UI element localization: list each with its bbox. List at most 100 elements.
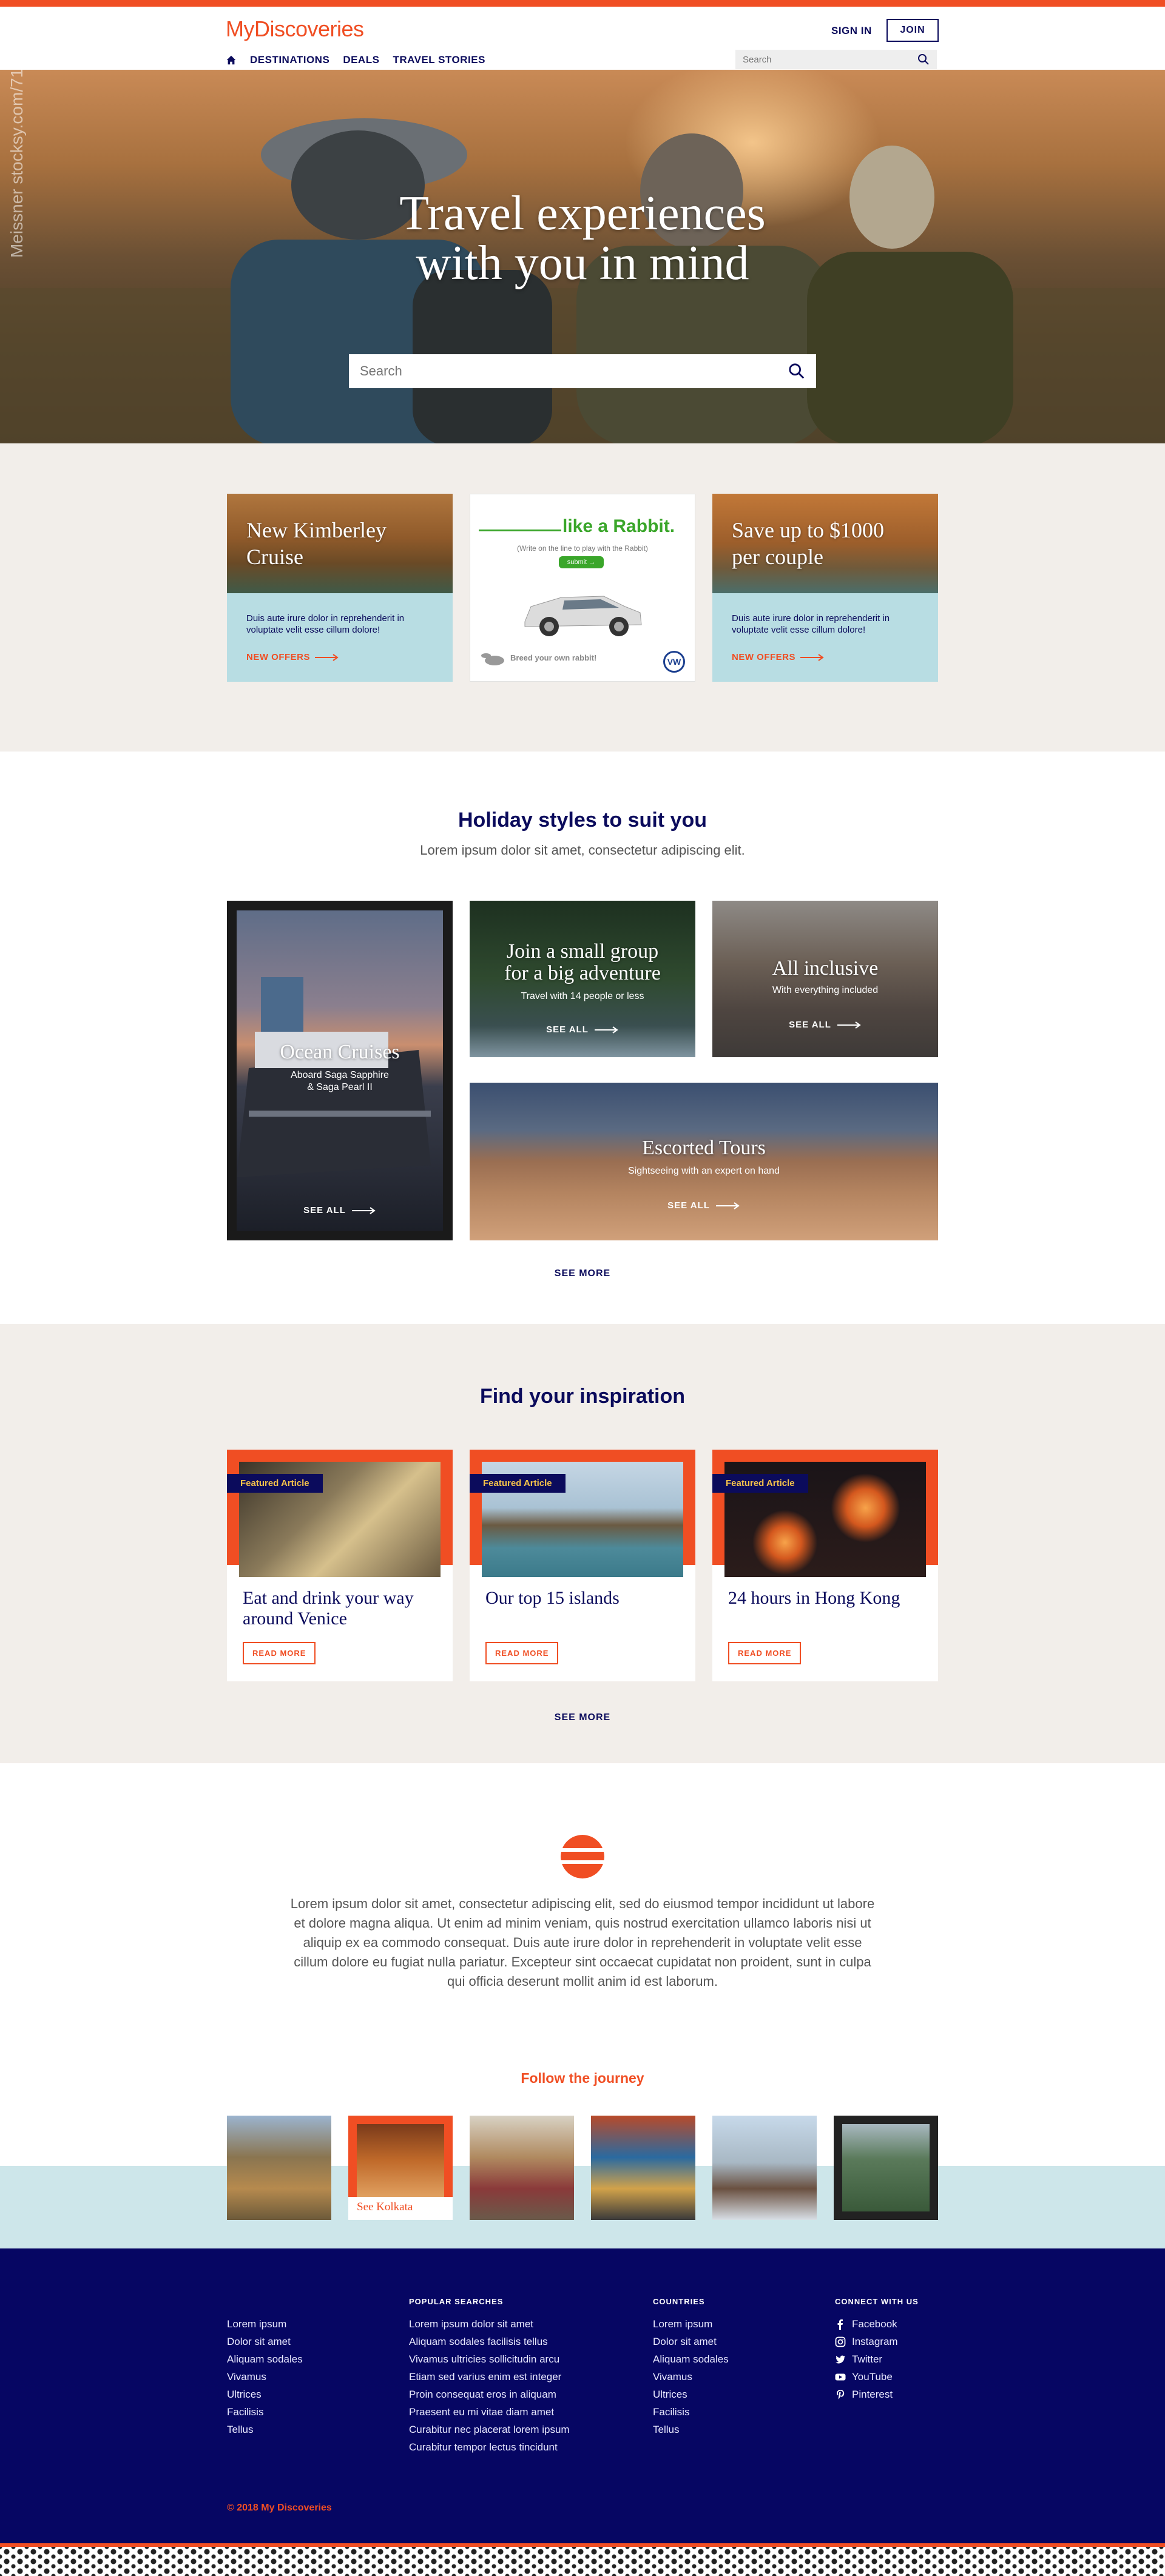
- promo-title: Save up to $1000 per couple: [732, 518, 884, 569]
- arrow-right-icon: [315, 653, 339, 661]
- featured-badge: Featured Article: [712, 1474, 808, 1493]
- hero-title: Travel experiences with you in mind: [0, 189, 1165, 288]
- footer-link[interactable]: Lorem ipsum: [227, 2315, 303, 2333]
- gallery-thumb[interactable]: [227, 2116, 331, 2220]
- tile-title: Escorted Tours: [642, 1137, 766, 1159]
- footer-link[interactable]: Lorem ipsum dolor sit amet: [409, 2315, 570, 2333]
- new-offers-link[interactable]: NEW OFFERS: [732, 652, 825, 662]
- tile-ocean-cruises[interactable]: Ocean Cruises Aboard Saga Sapphire & Saga…: [227, 901, 453, 1240]
- arrow-right-icon: [594, 1026, 618, 1034]
- search-icon[interactable]: [917, 53, 930, 66]
- hero-search-input[interactable]: [360, 363, 788, 379]
- header-search: [735, 50, 937, 69]
- footer-link[interactable]: Curabitur nec placerat lorem ipsum: [409, 2421, 570, 2438]
- gallery-band: [0, 2166, 1165, 2251]
- read-more-button[interactable]: READ MORE: [485, 1642, 559, 1664]
- footer-link[interactable]: Dolor sit amet: [653, 2333, 729, 2350]
- search-icon[interactable]: [788, 363, 805, 380]
- promo-image: Save up to $1000 per couple: [712, 494, 938, 593]
- arrow-right-icon: [800, 653, 824, 661]
- footer-link[interactable]: Aliquam sodales facilisis tellus: [409, 2333, 570, 2350]
- article-title[interactable]: 24 hours in Hong Kong: [728, 1588, 928, 1609]
- tile-subtitle: With everything included: [772, 985, 879, 995]
- pinterest-link[interactable]: Pinterest: [835, 2386, 919, 2403]
- sign-in-link[interactable]: SIGN IN: [831, 25, 872, 37]
- promo-text: Duis aute irure dolor in reprehenderit i…: [246, 613, 405, 635]
- see-more-link[interactable]: SEE MORE: [0, 1268, 1165, 1279]
- see-all-link[interactable]: SEE ALL: [227, 1205, 453, 1216]
- featured-badge: Featured Article: [470, 1474, 566, 1493]
- logo[interactable]: MyDiscoveries: [226, 16, 364, 42]
- facebook-link[interactable]: Facebook: [835, 2315, 919, 2333]
- about-section: Lorem ipsum dolor sit amet, consectetur …: [0, 1763, 1165, 2251]
- footer-heading: COUNTRIES: [653, 2297, 705, 2306]
- read-more-button[interactable]: READ MORE: [728, 1642, 802, 1664]
- tile-title: Join a small group for a big adventure: [504, 940, 661, 984]
- see-more-link[interactable]: SEE MORE: [0, 1712, 1165, 1723]
- tile-all-inclusive[interactable]: All inclusive With everything included S…: [712, 901, 938, 1057]
- tile-subtitle: Travel with 14 people or less: [521, 991, 644, 1001]
- article-card[interactable]: Featured Article 24 hours in Hong Kong R…: [712, 1450, 938, 1681]
- promo-card[interactable]: Save up to $1000 per couple Duis aute iru…: [712, 494, 938, 682]
- ad-input-line[interactable]: [479, 530, 561, 531]
- footer-link[interactable]: Facilisis: [227, 2403, 303, 2421]
- gallery-thumb[interactable]: [470, 2116, 574, 2220]
- youtube-link[interactable]: YouTube: [835, 2368, 919, 2386]
- footer-link[interactable]: Vivamus: [653, 2368, 729, 2386]
- footer-link[interactable]: Vivamus: [227, 2368, 303, 2386]
- gallery-thumb[interactable]: [712, 2116, 817, 2220]
- footer-link[interactable]: Dolor sit amet: [227, 2333, 303, 2350]
- footer-link[interactable]: Lorem ipsum: [653, 2315, 729, 2333]
- home-icon[interactable]: [226, 55, 237, 66]
- advertisement[interactable]: like a Rabbit. (Write on the line to pla…: [470, 494, 695, 682]
- nav-destinations[interactable]: DESTINATIONS: [250, 54, 329, 66]
- read-more-button[interactable]: READ MORE: [243, 1642, 316, 1664]
- footer-link[interactable]: Facilisis: [653, 2403, 729, 2421]
- tile-small-group[interactable]: Join a small group for a big adventure Tr…: [470, 901, 695, 1057]
- promo-title: New Kimberley Cruise: [246, 518, 387, 569]
- footer-link[interactable]: Tellus: [653, 2421, 729, 2438]
- footer-link[interactable]: Praesent eu mi vitae diam amet: [409, 2403, 570, 2421]
- footer-heading: POPULAR SEARCHES: [409, 2297, 504, 2306]
- ad-submit-button[interactable]: submit →: [559, 556, 604, 568]
- gallery-thumb[interactable]: [834, 2116, 938, 2220]
- footer-link[interactable]: Etiam sed varius enim est integer: [409, 2368, 570, 2386]
- footer-link[interactable]: Proin consequat eros in aliquam: [409, 2386, 570, 2403]
- footer-link[interactable]: Aliquam sodales: [653, 2350, 729, 2368]
- header-search-input[interactable]: [743, 54, 917, 65]
- article-title[interactable]: Eat and drink your way around Venice: [243, 1588, 443, 1629]
- instagram-link[interactable]: Instagram: [835, 2333, 919, 2350]
- section-title: Holiday styles to suit you: [458, 809, 707, 832]
- youtube-icon: [835, 2373, 846, 2380]
- twitter-link[interactable]: Twitter: [835, 2350, 919, 2368]
- gallery-thumb[interactable]: [591, 2116, 695, 2220]
- article-card[interactable]: Featured Article Eat and drink your way …: [227, 1450, 453, 1681]
- see-all-link[interactable]: SEE ALL: [712, 1020, 938, 1030]
- footer-link[interactable]: Vivamus ultricies sollicitudin arcu: [409, 2350, 570, 2368]
- new-offers-link[interactable]: NEW OFFERS: [246, 652, 339, 662]
- footer-link[interactable]: Tellus: [227, 2421, 303, 2438]
- nav-deals[interactable]: DEALS: [343, 54, 379, 66]
- article-card[interactable]: Featured Article Our top 15 islands READ…: [470, 1450, 695, 1681]
- section-subtitle: Lorem ipsum dolor sit amet, consectetur …: [420, 842, 745, 858]
- see-all-link[interactable]: SEE ALL: [470, 1200, 938, 1211]
- ad-subtext: (Write on the line to play with the Rabb…: [517, 544, 648, 553]
- footer-link[interactable]: Ultrices: [653, 2386, 729, 2403]
- hero-search: [349, 354, 816, 388]
- ad-headline: like a Rabbit.: [562, 516, 675, 536]
- gallery-thumb-kolkata[interactable]: See Kolkata: [348, 2116, 453, 2220]
- see-all-link[interactable]: SEE ALL: [470, 1024, 695, 1035]
- footer-link[interactable]: Ultrices: [227, 2386, 303, 2403]
- footer-link[interactable]: Aliquam sodales: [227, 2350, 303, 2368]
- vw-logo: VW: [663, 651, 685, 673]
- article-title[interactable]: Our top 15 islands: [485, 1588, 686, 1609]
- promo-card[interactable]: New Kimberley Cruise Duis aute irure dolo…: [227, 494, 453, 682]
- nav-travel-stories[interactable]: TRAVEL STORIES: [393, 54, 485, 66]
- ad-footer-text: Breed your own rabbit!: [510, 653, 597, 662]
- follow-title: Follow the journey: [521, 2070, 644, 2086]
- promo-section: New Kimberley Cruise Duis aute irure dolo…: [0, 443, 1165, 752]
- join-button[interactable]: JOIN: [886, 19, 939, 42]
- tile-escorted-tours[interactable]: Escorted Tours Sightseeing with an exper…: [470, 1083, 938, 1240]
- copyright: © 2018 My Discoveries: [227, 2503, 332, 2513]
- footer-link[interactable]: Curabitur tempor lectus tincidunt: [409, 2438, 570, 2456]
